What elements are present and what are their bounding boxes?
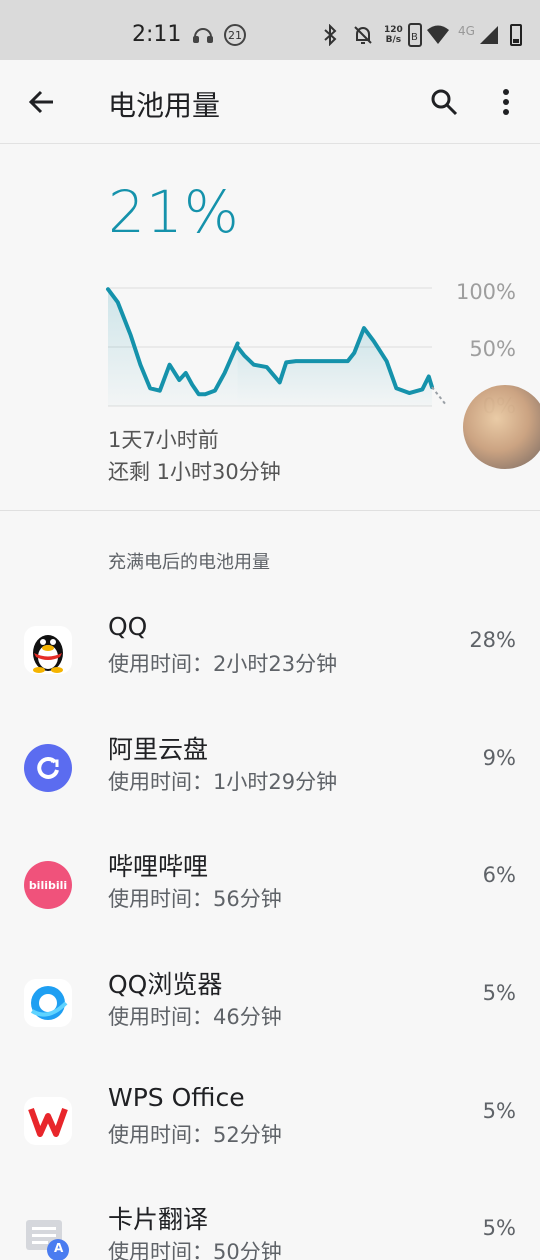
svg-text:B: B (411, 32, 418, 43)
app-name: QQ浏览器 (108, 970, 223, 999)
app-usage-time: 使用时间：56分钟 (108, 887, 282, 911)
app-battery-percent: 5% (482, 981, 516, 1005)
app-usage-time: 使用时间：52分钟 (108, 1123, 282, 1147)
time-remaining: 还剩 1小时30分钟 (108, 460, 281, 484)
section-header: 充满电后的电池用量 (108, 552, 270, 573)
battery-percentage: 21% (108, 178, 240, 246)
app-battery-percent: 28% (469, 628, 516, 652)
app-row-card-translate[interactable]: A 卡片翻译 使用时间：50分钟 5% (0, 1200, 540, 1260)
app-battery-percent: 6% (482, 863, 516, 887)
qq-penguin-icon (24, 626, 72, 674)
data-saver-icon: B (408, 22, 422, 48)
app-row-qq-browser[interactable]: QQ浏览器 使用时间：46分钟 5% (0, 965, 540, 1075)
y-tick-label-50: 50% (469, 337, 516, 361)
page-title: 电池用量 (108, 89, 221, 122)
app-battery-percent: 5% (482, 1099, 516, 1123)
search-icon (431, 89, 458, 116)
qq-browser-icon (24, 979, 72, 1027)
bluetooth-icon (322, 22, 338, 48)
app-row-bilibili[interactable]: bilibili 哔哩哔哩 使用时间：56分钟 6% (0, 847, 540, 957)
status-bar: 2:11 21 120 B/s B 4G (0, 0, 540, 60)
wps-office-icon (24, 1097, 72, 1145)
floating-avatar-bubble[interactable] (463, 385, 540, 469)
more-options-button[interactable] (490, 80, 522, 124)
app-battery-percent: 5% (482, 1216, 516, 1240)
app-row-qq[interactable]: QQ 使用时间：2小时23分钟 28% (0, 612, 540, 722)
time-since-full-charge: 1天7小时前 (108, 428, 219, 452)
back-arrow-icon (28, 90, 53, 114)
app-battery-percent: 9% (482, 746, 516, 770)
divider (0, 510, 540, 511)
search-button[interactable] (422, 80, 466, 124)
status-time: 2:11 (132, 22, 182, 47)
wifi-icon (426, 22, 450, 48)
aliyun-drive-icon (24, 744, 72, 792)
y-tick-label-100: 100% (455, 280, 516, 304)
bilibili-icon: bilibili (24, 861, 72, 909)
network-type: 4G (458, 24, 475, 38)
app-name: WPS Office (108, 1083, 245, 1112)
app-name: QQ (108, 612, 148, 641)
netspeed-icon: 120 B/s (384, 25, 403, 45)
headset-icon (192, 22, 214, 48)
more-vert-icon (503, 89, 509, 115)
card-translate-icon: A (24, 1214, 72, 1260)
app-name: 哔哩哔哩 (108, 852, 209, 881)
app-bar: 电池用量 (0, 60, 540, 144)
app-usage-time: 使用时间：1小时29分钟 (108, 770, 338, 794)
app-usage-time: 使用时间：50分钟 (108, 1240, 282, 1260)
battery-icon (510, 22, 522, 48)
battery-projection-line (431, 386, 446, 405)
app-row-aliyun-drive[interactable]: 阿里云盘 使用时间：1小时29分钟 9% (0, 730, 540, 840)
back-button[interactable] (20, 82, 64, 122)
app-row-wps-office[interactable]: WPS Office 使用时间：52分钟 5% (0, 1083, 540, 1193)
app-usage-time: 使用时间：46分钟 (108, 1005, 282, 1029)
app-usage-time: 使用时间：2小时23分钟 (108, 652, 338, 676)
app-name: 阿里云盘 (108, 735, 209, 764)
notification-badge-icon: 21 (224, 22, 246, 48)
signal-icon (478, 22, 500, 48)
silent-icon (352, 22, 374, 48)
battery-chart: 100% 50% 0% (0, 270, 540, 420)
app-name: 卡片翻译 (108, 1205, 209, 1234)
